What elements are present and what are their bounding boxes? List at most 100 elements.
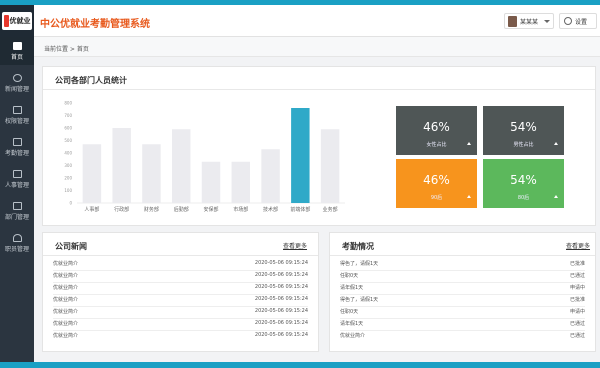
sidebar-item-label: 新闻管理	[4, 85, 29, 93]
bar-人事部	[82, 144, 102, 203]
sidebar-item-label: 人事管理	[4, 181, 29, 189]
settings-label: 设置	[575, 18, 588, 26]
divider	[53, 270, 308, 271]
news-time: 2020-05-06 09:15:24	[254, 296, 308, 302]
bar-财务部	[142, 144, 161, 203]
sidebar-item-department[interactable]: 部门管理	[0, 197, 34, 225]
news-row[interactable]: 优就业简介 2020-05-06 09:15:24	[53, 272, 308, 281]
news-row[interactable]: 优就业简介 2020-05-06 09:15:24	[53, 320, 308, 329]
attendance-title: 请年假1天	[340, 285, 364, 291]
tile-value: 54%	[510, 173, 537, 187]
news-title: 优就业简介	[53, 261, 79, 267]
divider	[340, 318, 585, 319]
attendance-status: 申请中	[569, 285, 585, 291]
divider	[340, 330, 585, 331]
news-title: 优就业简介	[53, 309, 79, 315]
logo[interactable]: 优就业	[0, 5, 34, 37]
department-bar-chart: 0 100 200 300 400 500 600 700 800 人事部 行政部 财务部 后勤部 安保部…	[64, 101, 345, 213]
news-more-link[interactable]: 查看更多	[283, 241, 307, 250]
divider	[53, 306, 308, 307]
male-ratio-tile[interactable]: 54% 男性占比	[483, 106, 564, 155]
divider	[340, 294, 585, 295]
news-row[interactable]: 优就业简介 2020-05-06 09:15:24	[53, 296, 308, 305]
x-tick-label: 财务部	[144, 206, 159, 213]
attendance-panel: 考勤情况 查看更多 得色了，请假1天 已批准 任职0天 已通过 请年假1天 申请中 得…	[329, 232, 596, 352]
sidebar-item-label: 考勤管理	[4, 149, 29, 157]
attendance-status: 已通过	[569, 333, 585, 339]
sidebar-item-label: 职员管理	[4, 245, 29, 253]
settings-button[interactable]: 设置	[559, 13, 597, 29]
user-menu[interactable]: 某某某	[504, 13, 554, 29]
attendance-row[interactable]: 得色了，请假1天 已批准	[340, 296, 585, 305]
x-tick-label: 市场部	[233, 206, 248, 213]
attendance-row[interactable]: 请年假1天 申请中	[340, 284, 585, 293]
divider	[330, 255, 595, 256]
news-title: 优就业简介	[53, 273, 79, 279]
bar-技术部	[261, 149, 280, 203]
x-tick-label: 行政部	[114, 206, 129, 213]
panel-title: 公司各部门人员统计	[55, 76, 127, 85]
divider	[53, 330, 308, 331]
panel-title: 考勤情况	[342, 242, 374, 251]
attendance-row[interactable]: 任职0天 申请中	[340, 308, 585, 317]
avatar	[508, 15, 517, 27]
home-icon	[12, 41, 22, 50]
sidebar-item-label: 权限管理	[4, 117, 29, 125]
bar-行政部	[112, 128, 131, 203]
divider	[43, 255, 318, 256]
attendance-row[interactable]: 得色了，请假1天 已批准	[340, 260, 585, 269]
y-tick-label: 200	[64, 176, 72, 181]
calendar-icon	[12, 137, 22, 146]
news-title: 优就业简介	[53, 333, 79, 339]
lock-icon	[12, 105, 22, 114]
chevron-up-icon	[467, 142, 471, 145]
divider	[53, 294, 308, 295]
logo-badge: 优就业	[2, 12, 32, 30]
news-row[interactable]: 优就业简介 2020-05-06 09:15:24	[53, 308, 308, 317]
news-row[interactable]: 优就业简介 2020-05-06 09:15:24	[53, 284, 308, 293]
sidebar-item-permission[interactable]: 权限管理	[0, 101, 34, 129]
app-title: 中公优就业考勤管理系统	[40, 19, 150, 30]
y-tick-label: 400	[64, 151, 72, 156]
news-time: 2020-05-06 09:15:24	[254, 320, 308, 326]
chevron-down-icon	[544, 19, 550, 23]
grid-icon	[12, 169, 22, 178]
sidebar-item-home[interactable]: 首页	[0, 37, 34, 65]
bar-前端体部	[291, 108, 310, 203]
sidebar-item-attendance[interactable]: 考勤管理	[0, 133, 34, 161]
attendance-row[interactable]: 任职0天 已通过	[340, 272, 585, 281]
y-tick-label: 500	[64, 138, 72, 143]
gear-icon	[564, 17, 572, 25]
attendance-more-link[interactable]: 查看更多	[566, 241, 590, 250]
app-header: 优就业 中公优就业考勤管理系统 某某某 设置	[0, 5, 600, 37]
attendance-status: 申请中	[569, 309, 585, 315]
bar-业务部	[320, 129, 340, 203]
logo-mark-icon	[3, 15, 9, 27]
bar-安保部	[201, 161, 221, 203]
sidebar-item-label: 部门管理	[4, 213, 29, 221]
attendance-row[interactable]: 优就业简介 已通过	[340, 332, 585, 341]
y-tick-label: 800	[64, 101, 72, 106]
sidebar-item-news[interactable]: 新闻管理	[0, 69, 34, 97]
post90-ratio-tile[interactable]: 46% 90后	[396, 159, 477, 208]
y-tick-label: 300	[64, 163, 72, 168]
x-tick-label: 技术部	[263, 206, 278, 213]
x-tick-label: 前端体部	[290, 206, 310, 213]
news-row[interactable]: 优就业简介 2020-05-06 09:15:24	[53, 260, 308, 269]
logo-text: 优就业	[9, 17, 31, 25]
department-stats-panel: 公司各部门人员统计 0 100 200 300 400 500 600 700 800 人事部 行政…	[42, 66, 596, 226]
bar-市场部	[231, 161, 251, 203]
news-time: 2020-05-06 09:15:24	[254, 272, 308, 278]
y-tick-label: 700	[64, 113, 72, 118]
y-tick-label: 600	[64, 126, 72, 131]
sidebar-item-staff[interactable]: 职员管理	[0, 229, 34, 257]
attendance-status: 已批准	[569, 297, 585, 303]
female-ratio-tile[interactable]: 46% 女性占比	[396, 106, 477, 155]
news-row[interactable]: 优就业简介 2020-05-06 09:15:24	[53, 332, 308, 341]
download-icon	[12, 201, 22, 210]
post80-ratio-tile[interactable]: 54% 80后	[483, 159, 564, 208]
attendance-row[interactable]: 请年假1天 已通过	[340, 320, 585, 329]
x-tick-label: 后勤部	[174, 206, 189, 213]
sidebar-item-hr[interactable]: 人事管理	[0, 165, 34, 193]
tile-value: 54%	[510, 120, 537, 134]
